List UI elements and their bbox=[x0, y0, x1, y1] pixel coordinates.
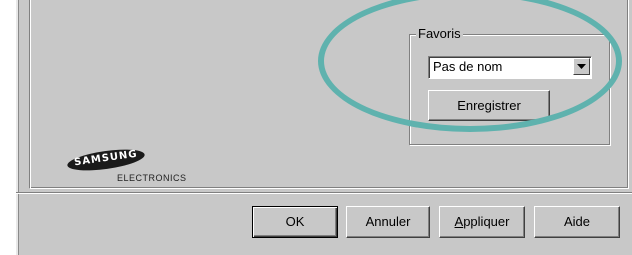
footer-separator bbox=[16, 192, 632, 194]
dropdown-button[interactable] bbox=[573, 58, 590, 75]
favorites-selected-value: Pas de nom bbox=[433, 59, 503, 74]
samsung-logo-subtitle: ELECTRONICS bbox=[117, 173, 187, 183]
apply-button[interactable]: Appliquer bbox=[439, 206, 525, 238]
favorites-group-title: Favoris bbox=[416, 26, 463, 42]
settings-panel: Favoris Pas de nom Enregistrer SAMSUNG E… bbox=[29, 0, 629, 189]
ok-button-label: OK bbox=[285, 214, 305, 229]
favorites-groupbox: Favoris Pas de nom Enregistrer bbox=[409, 26, 610, 145]
ok-button[interactable]: OK bbox=[252, 206, 338, 238]
favorites-dropdown[interactable]: Pas de nom bbox=[428, 56, 592, 79]
help-button-label: Aide bbox=[563, 214, 591, 229]
cancel-button[interactable]: Annuler bbox=[346, 206, 430, 238]
save-button[interactable]: Enregistrer bbox=[428, 90, 550, 121]
apply-button-label: Appliquer bbox=[454, 214, 510, 229]
save-button-label: Enregistrer bbox=[457, 98, 521, 113]
samsung-logo: SAMSUNG ELECTRONICS bbox=[66, 145, 207, 191]
cancel-button-label: Annuler bbox=[365, 214, 411, 229]
chevron-down-icon bbox=[577, 64, 586, 69]
help-button[interactable]: Aide bbox=[534, 206, 620, 238]
